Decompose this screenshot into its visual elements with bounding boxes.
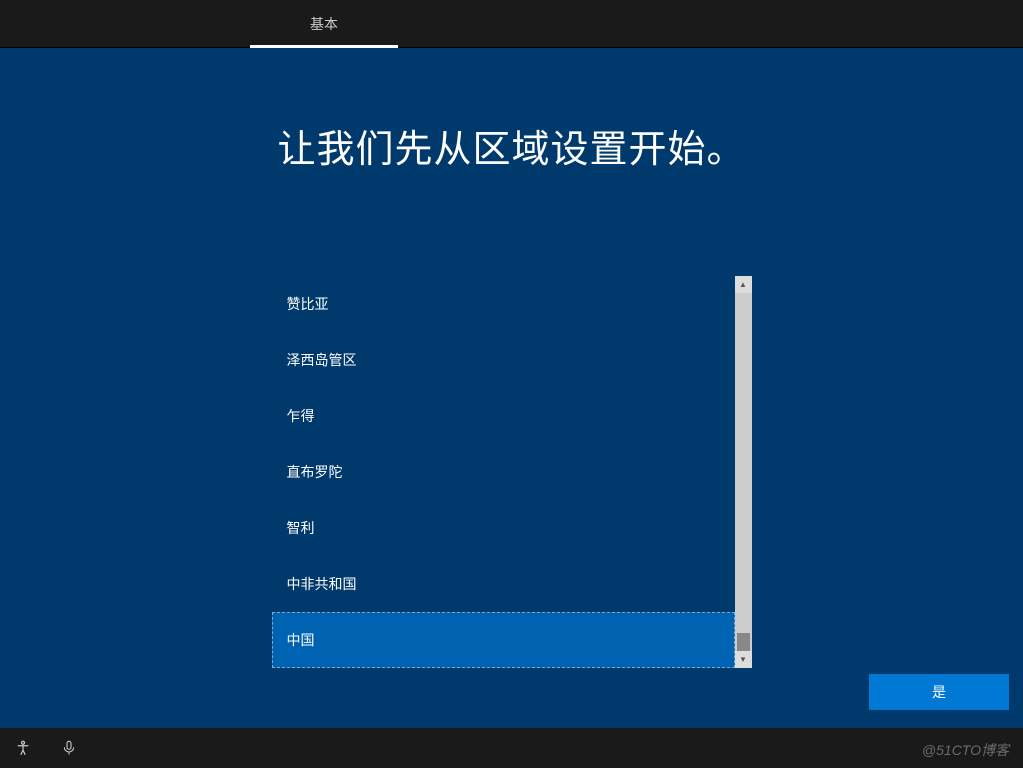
bottom-bar <box>0 728 1023 768</box>
tab-label: 基本 <box>310 16 338 32</box>
region-item[interactable]: 泽西岛管区 <box>272 332 735 388</box>
scroll-down-button[interactable]: ▼ <box>735 651 752 668</box>
yes-button[interactable]: 是 <box>869 674 1009 710</box>
chevron-down-icon: ▼ <box>739 655 747 664</box>
region-list-container: 赞比亚泽西岛管区乍得直布罗陀智利中非共和国中国 ▲ ▼ <box>272 276 752 668</box>
region-item-label: 中国 <box>287 632 315 648</box>
action-row: 是 <box>869 674 1009 710</box>
region-item-label: 直布罗陀 <box>287 464 343 480</box>
region-item[interactable]: 乍得 <box>272 388 735 444</box>
main-content: 让我们先从区域设置开始。 赞比亚泽西岛管区乍得直布罗陀智利中非共和国中国 ▲ ▼ <box>0 48 1023 768</box>
chevron-up-icon: ▲ <box>739 280 747 289</box>
top-tab-bar: 基本 <box>0 0 1023 48</box>
microphone-icon[interactable] <box>60 739 78 757</box>
region-item[interactable]: 中国 <box>272 612 735 668</box>
watermark-text: @51CTO博客 <box>922 740 1009 760</box>
region-list[interactable]: 赞比亚泽西岛管区乍得直布罗陀智利中非共和国中国 <box>272 276 735 668</box>
region-item[interactable]: 智利 <box>272 500 735 556</box>
scrollbar[interactable]: ▲ ▼ <box>735 276 752 668</box>
region-item[interactable]: 赞比亚 <box>272 276 735 332</box>
region-item-label: 赞比亚 <box>287 296 329 312</box>
scroll-track[interactable] <box>735 293 752 651</box>
accessibility-icon[interactable] <box>14 739 32 757</box>
region-item[interactable]: 直布罗陀 <box>272 444 735 500</box>
oobe-window: 基本 让我们先从区域设置开始。 赞比亚泽西岛管区乍得直布罗陀智利中非共和国中国 … <box>0 0 1023 768</box>
region-item-label: 中非共和国 <box>287 576 357 592</box>
page-title: 让我们先从区域设置开始。 <box>277 118 745 173</box>
scroll-thumb[interactable] <box>737 633 750 651</box>
tab-basic[interactable]: 基本 <box>250 0 398 48</box>
region-item[interactable]: 中非共和国 <box>272 556 735 612</box>
region-item-label: 乍得 <box>287 408 315 424</box>
region-item-label: 智利 <box>287 520 315 536</box>
scroll-up-button[interactable]: ▲ <box>735 276 752 293</box>
region-item-label: 泽西岛管区 <box>287 352 357 368</box>
